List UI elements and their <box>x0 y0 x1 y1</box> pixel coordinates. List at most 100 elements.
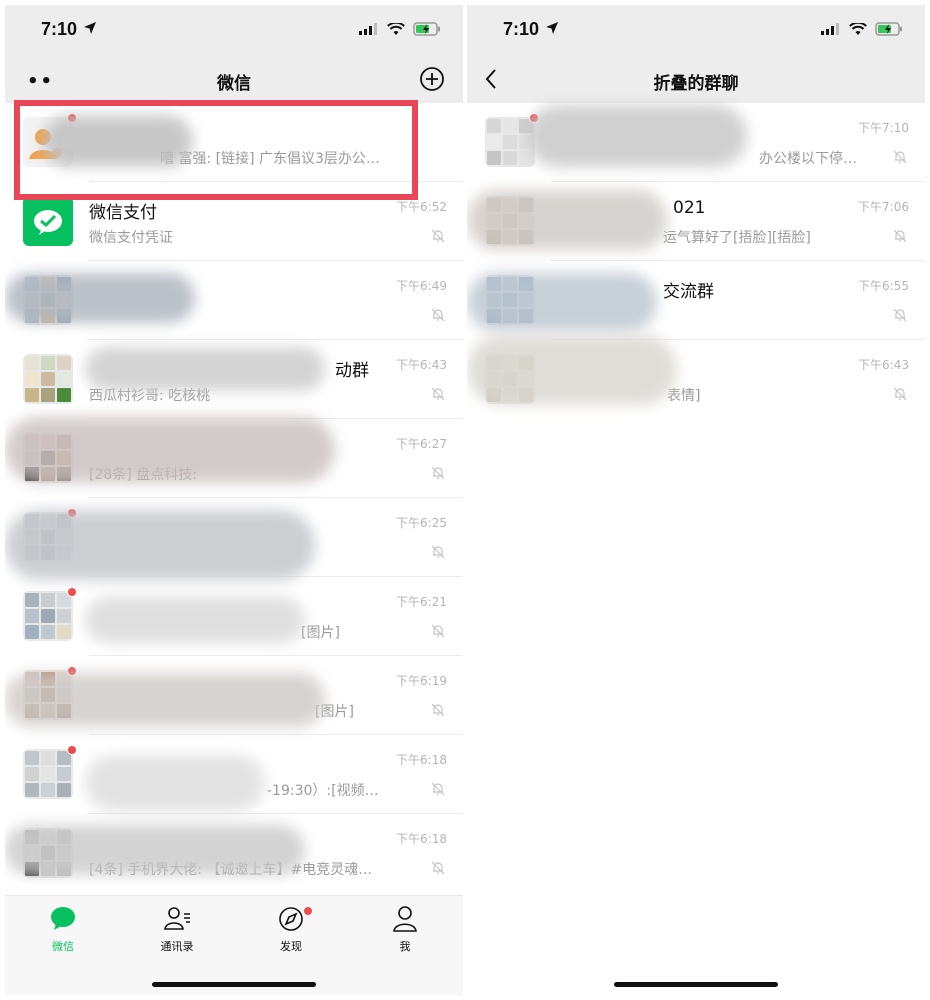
nav-bar: 折叠的群聊 <box>467 57 925 103</box>
chat-time: 下午6:55 <box>858 279 909 293</box>
person-icon <box>29 129 62 159</box>
unread-dot <box>67 666 77 676</box>
chat-preview: 嘈 富强: [链接] 广东倡议3层办公… <box>160 151 380 167</box>
group-avatar <box>23 512 73 562</box>
unread-dot <box>67 745 77 755</box>
status-bar: 7:10 <box>467 5 925 57</box>
chat-time: 下午6:52 <box>396 200 447 214</box>
unread-dot <box>67 508 77 518</box>
chat-row[interactable]: [4条] 手机界大佬: 【诚邀上车】#电竞灵魂… 下午6:18 <box>5 814 463 893</box>
tab-bar: 微信 通讯录 发现 我 <box>5 895 463 995</box>
group-avatar <box>23 591 73 641</box>
location-arrow-icon <box>84 22 96 34</box>
wifi-icon <box>849 22 867 35</box>
home-indicator[interactable] <box>152 982 316 987</box>
group-avatar <box>23 354 73 404</box>
chat-time: 下午6:18 <box>396 753 447 767</box>
chat-time: 下午6:21 <box>396 595 447 609</box>
unread-dot <box>67 587 77 597</box>
chat-time: 下午6:27 <box>396 437 447 451</box>
group-avatar <box>23 749 73 799</box>
chat-name: 交流群 <box>663 282 714 302</box>
mute-bell-icon <box>431 782 445 796</box>
chat-row[interactable]: 交流群 下午6:55 <box>467 261 925 340</box>
mute-bell-icon <box>893 229 907 243</box>
mute-bell-icon <box>431 308 445 322</box>
home-indicator[interactable] <box>614 982 778 987</box>
tab-label: 通讯录 <box>160 940 194 953</box>
group-avatar <box>23 275 73 325</box>
tab-contacts[interactable]: 通讯录 <box>137 904 217 954</box>
chat-row-folded-groups[interactable]: 嘈 富强: [链接] 广东倡议3层办公… <box>5 103 463 182</box>
signal-icon <box>359 23 377 35</box>
status-time: 7:10 <box>503 19 540 39</box>
chat-name: 021 <box>673 198 706 218</box>
chat-time: 下午6:49 <box>396 279 447 293</box>
chat-time: 下午6:19 <box>396 674 447 688</box>
chat-preview: 微信支付凭证 <box>89 230 173 246</box>
chat-bubble-icon <box>51 907 75 930</box>
chat-time: 下午6:18 <box>396 832 447 846</box>
wechat-chat-list-screen: 7:10 •• 微信 嘈 富强: [链接] 广东倡议3层办公… 微信支付 微信支… <box>5 5 463 995</box>
chat-time: 下午7:06 <box>858 200 909 214</box>
unread-dot <box>529 113 539 123</box>
profile-icon <box>393 906 417 932</box>
tab-chats[interactable]: 微信 <box>23 904 103 954</box>
tab-discover[interactable]: 发现 <box>251 904 331 954</box>
wifi-icon <box>387 22 405 35</box>
chat-name: 动群 <box>335 361 369 381</box>
chat-preview: [图片] <box>301 625 340 641</box>
mute-bell-icon <box>893 387 907 401</box>
chat-preview: [4条] 手机界大佬: 【诚邀上车】#电竞灵魂… <box>89 862 373 878</box>
group-avatar <box>23 670 73 720</box>
folded-groups-screen: 7:10 折叠的群聊 办公楼以下停… 下午7:10 021 运气算好了[捂脸][… <box>467 5 925 995</box>
chat-row[interactable]: 动群 西瓜村衫哥: 吃核桃 下午6:43 <box>5 340 463 419</box>
folded-chat-list: 办公楼以下停… 下午7:10 021 运气算好了[捂脸][捂脸] 下午7:06 … <box>467 103 925 419</box>
chat-name: 微信支付 <box>89 203 157 223</box>
mute-bell-icon <box>893 308 907 322</box>
chat-preview: 西瓜村衫哥: 吃核桃 <box>89 388 211 404</box>
chat-row[interactable]: 下午6:49 <box>5 261 463 340</box>
tab-label: 发现 <box>280 940 302 953</box>
group-avatar <box>485 117 535 167</box>
folded-group-avatar <box>23 117 73 167</box>
group-avatar <box>23 433 73 483</box>
wechat-pay-avatar <box>23 196 73 246</box>
chat-row[interactable]: 表情] 下午6:43 <box>467 340 925 419</box>
battery-charging-icon <box>875 22 902 36</box>
compass-icon <box>279 907 303 931</box>
chat-row[interactable]: 021 运气算好了[捂脸][捂脸] 下午7:06 <box>467 182 925 261</box>
tab-label: 微信 <box>52 940 74 953</box>
status-time: 7:10 <box>41 19 78 39</box>
chat-time: 下午6:43 <box>858 358 909 372</box>
plus-circle-icon[interactable] <box>419 66 445 92</box>
chat-row[interactable]: 下午6:25 <box>5 498 463 577</box>
chat-list: 嘈 富强: [链接] 广东倡议3层办公… 微信支付 微信支付凭证 下午6:52 … <box>5 103 463 893</box>
group-avatar <box>485 275 535 325</box>
mute-bell-icon <box>431 229 445 243</box>
chat-row[interactable]: [图片] 下午6:19 <box>5 656 463 735</box>
mute-bell-icon <box>893 150 907 164</box>
chat-time: 下午7:10 <box>858 121 909 135</box>
chat-row-wechat-pay[interactable]: 微信支付 微信支付凭证 下午6:52 <box>5 182 463 261</box>
mute-bell-icon <box>431 703 445 717</box>
battery-charging-icon <box>413 22 440 36</box>
chat-row[interactable]: [28条] 盘点科技: 下午6:27 <box>5 419 463 498</box>
chat-preview: 办公楼以下停… <box>759 151 857 167</box>
group-avatar <box>485 354 535 404</box>
chat-row[interactable]: 办公楼以下停… 下午7:10 <box>467 103 925 182</box>
signal-icon <box>821 23 839 35</box>
chat-row[interactable]: [图片] 下午6:21 <box>5 577 463 656</box>
mute-bell-icon <box>431 545 445 559</box>
chat-preview: 运气算好了[捂脸][捂脸] <box>663 230 811 246</box>
status-bar: 7:10 <box>5 5 463 57</box>
unread-dot <box>67 113 77 123</box>
chat-time: 下午6:43 <box>396 358 447 372</box>
discover-badge-dot <box>303 906 313 916</box>
page-title: 微信 <box>217 74 251 94</box>
chat-preview: [28条] 盘点科技: <box>89 467 197 483</box>
mute-bell-icon <box>431 387 445 401</box>
group-avatar <box>485 196 535 246</box>
chat-row[interactable]: -19:30）:[视频… 下午6:18 <box>5 735 463 814</box>
tab-me[interactable]: 我 <box>365 904 445 954</box>
